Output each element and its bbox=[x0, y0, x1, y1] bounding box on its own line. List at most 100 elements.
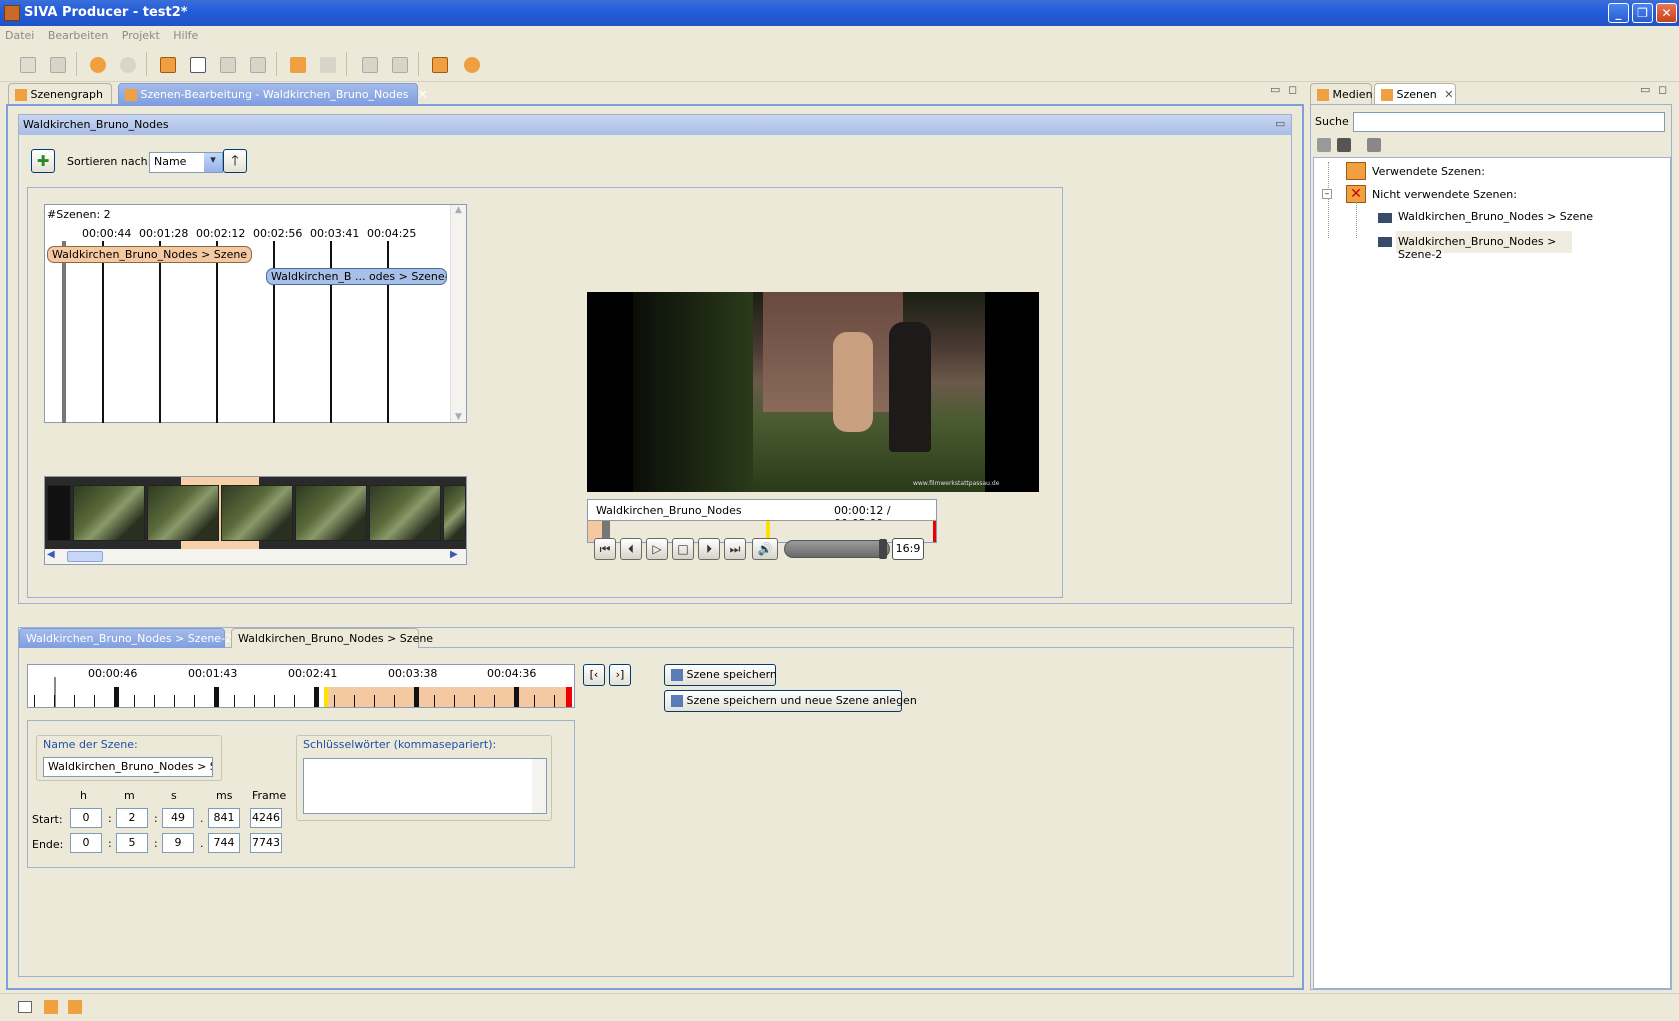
sort-select[interactable]: Name ▾ bbox=[149, 152, 223, 173]
clapper-icon[interactable] bbox=[1337, 138, 1351, 152]
end-m-input[interactable]: 5 bbox=[116, 833, 148, 853]
tab-scene-editing[interactable]: Szenen-Bearbeitung - Waldkirchen_Bruno_N… bbox=[118, 83, 427, 105]
video-statue bbox=[833, 332, 873, 432]
fast-view-icon[interactable] bbox=[18, 1001, 32, 1013]
keywords-textarea[interactable] bbox=[303, 758, 547, 814]
minimize-view-icon[interactable]: ▭ bbox=[1640, 83, 1650, 96]
scene-bar-2[interactable]: Waldkirchen_B ... odes > Szene-2 bbox=[266, 268, 447, 285]
minimize-view-icon[interactable]: ▭ bbox=[1270, 83, 1280, 96]
button-label: Szene speichern bbox=[686, 668, 777, 681]
end-h-input[interactable]: 0 bbox=[70, 833, 102, 853]
close-button[interactable]: ✕ bbox=[1656, 3, 1677, 23]
toolbar-separator bbox=[346, 52, 347, 76]
range-end-marker[interactable] bbox=[566, 687, 572, 707]
horizontal-scrollbar[interactable]: ◀ ▶ bbox=[45, 549, 466, 564]
tree-node-used[interactable]: Verwendete Szenen: bbox=[1372, 165, 1485, 178]
preview-icon[interactable] bbox=[186, 53, 208, 75]
step-forward-icon[interactable]: ⏵ bbox=[698, 538, 720, 560]
video-thumbnail bbox=[73, 485, 145, 541]
selected-range[interactable] bbox=[324, 687, 566, 707]
export-icon[interactable] bbox=[156, 53, 178, 75]
delete-icon[interactable] bbox=[1317, 138, 1331, 152]
menu-projekt[interactable]: Projekt bbox=[117, 26, 165, 45]
end-s-input[interactable]: 9 bbox=[162, 833, 194, 853]
redo-icon[interactable] bbox=[116, 53, 138, 75]
sort-order-button[interactable]: 🡑 bbox=[223, 149, 247, 173]
maximize-view-icon[interactable]: ◻ bbox=[1288, 83, 1297, 96]
scroll-right-icon[interactable]: ▶ bbox=[450, 549, 458, 560]
edit-icon bbox=[125, 89, 137, 101]
menu-datei[interactable]: Datei bbox=[0, 26, 39, 45]
list-icon[interactable] bbox=[388, 53, 410, 75]
media-icon[interactable] bbox=[428, 53, 450, 75]
add-icon[interactable] bbox=[286, 53, 308, 75]
edit-timeline[interactable]: 00:00:46 00:01:43 00:02:41 00:03:38 00:0… bbox=[27, 664, 575, 708]
new-icon[interactable] bbox=[16, 53, 38, 75]
scroll-left-icon[interactable]: ◀ bbox=[47, 549, 55, 560]
close-tab-icon[interactable]: ✕ bbox=[418, 88, 427, 101]
start-m-input[interactable]: 2 bbox=[116, 808, 148, 828]
scroll-up-icon[interactable]: ▲ bbox=[451, 205, 466, 215]
volume-icon[interactable]: 🔊 bbox=[752, 538, 778, 560]
tree-item-scene[interactable]: Waldkirchen_Bruno_Nodes > Szene bbox=[1398, 210, 1593, 223]
maximize-view-icon[interactable]: ◻ bbox=[1658, 83, 1667, 96]
skip-end-icon[interactable]: ⏭ bbox=[724, 538, 746, 560]
menu-bearbeiten[interactable]: Bearbeiten bbox=[43, 26, 113, 45]
save-scene-button[interactable]: Szene speichern bbox=[664, 664, 777, 686]
set-end-button[interactable]: ›] bbox=[609, 664, 631, 686]
end-ms-input[interactable]: 744 bbox=[208, 833, 240, 853]
status-icon[interactable] bbox=[68, 1000, 82, 1014]
step-back-icon[interactable]: ⏴ bbox=[620, 538, 642, 560]
scroll-down-icon[interactable]: ▼ bbox=[451, 412, 466, 422]
menu-hilfe[interactable]: Hilfe bbox=[168, 26, 203, 45]
grid-line bbox=[102, 241, 104, 423]
stop-icon[interactable]: □ bbox=[672, 538, 694, 560]
save-all-icon[interactable] bbox=[46, 53, 68, 75]
tab-szenen[interactable]: Szenen ✕ bbox=[1374, 83, 1456, 105]
volume-slider[interactable] bbox=[784, 539, 890, 559]
keywords-scrollbar[interactable] bbox=[532, 759, 546, 813]
close-tab-icon[interactable]: ✕ bbox=[1444, 88, 1453, 101]
start-s-input[interactable]: 49 bbox=[162, 808, 194, 828]
range-start-marker[interactable] bbox=[324, 687, 328, 707]
search-input[interactable] bbox=[1353, 112, 1665, 132]
save-new-scene-button[interactable]: Szene speichern und neue Szene anlegen bbox=[664, 690, 917, 712]
settings-icon[interactable] bbox=[460, 53, 482, 75]
scene-name-input[interactable]: Waldkirchen_Bruno_Nodes > Szene-2 bbox=[43, 757, 213, 777]
maximize-button[interactable]: ❐ bbox=[1632, 3, 1653, 23]
tab-scene-1[interactable]: Waldkirchen_Bruno_Nodes > Szene bbox=[231, 628, 433, 648]
tab-szenengraph[interactable]: Szenengraph bbox=[8, 83, 112, 105]
unused-scenes-icon: ✕ bbox=[1346, 185, 1366, 203]
vertical-scrollbar[interactable]: ▲ ▼ bbox=[450, 205, 466, 422]
publish-icon[interactable] bbox=[246, 53, 268, 75]
volume-handle[interactable] bbox=[879, 539, 887, 559]
timeline-tick bbox=[454, 695, 455, 707]
minimize-button[interactable]: _ bbox=[1608, 3, 1629, 23]
aspect-ratio-button[interactable]: 16:9 bbox=[892, 538, 924, 560]
skip-start-icon[interactable]: ⏮ bbox=[594, 538, 616, 560]
set-start-button[interactable]: [‹ bbox=[583, 664, 605, 686]
panel-minimize-icon[interactable]: ▭ bbox=[1275, 117, 1285, 130]
remove-icon[interactable] bbox=[316, 53, 338, 75]
start-ms-input[interactable]: 841 bbox=[208, 808, 240, 828]
status-icon[interactable] bbox=[44, 1000, 58, 1014]
tree-view-icon[interactable] bbox=[1367, 138, 1381, 152]
timeline-tick bbox=[194, 695, 195, 707]
playhead[interactable] bbox=[62, 241, 66, 423]
tree-icon[interactable] bbox=[358, 53, 380, 75]
end-frame-input[interactable]: 7743 bbox=[250, 833, 282, 853]
video-player[interactable]: www.filmwerkstattpassau.de bbox=[587, 292, 1039, 492]
play-icon[interactable]: ▷ bbox=[646, 538, 668, 560]
import-icon[interactable] bbox=[216, 53, 238, 75]
scroll-thumb[interactable] bbox=[67, 551, 103, 562]
undo-icon[interactable] bbox=[86, 53, 108, 75]
tree-node-unused[interactable]: Nicht verwendete Szenen: bbox=[1372, 188, 1517, 201]
tree-item-scene-2[interactable]: Waldkirchen_Bruno_Nodes > Szene-2 bbox=[1396, 231, 1572, 261]
start-h-input[interactable]: 0 bbox=[70, 808, 102, 828]
tab-medien[interactable]: Medien bbox=[1310, 83, 1373, 105]
scene-bar-1[interactable]: Waldkirchen_Bruno_Nodes > Szene bbox=[47, 246, 252, 263]
add-scene-button[interactable]: ✚ bbox=[31, 149, 55, 173]
collapse-icon[interactable]: – bbox=[1322, 189, 1332, 199]
tab-scene-2[interactable]: Waldkirchen_Bruno_Nodes > Szene-2 ✕ bbox=[19, 628, 249, 648]
start-frame-input[interactable]: 4246 bbox=[250, 808, 282, 828]
